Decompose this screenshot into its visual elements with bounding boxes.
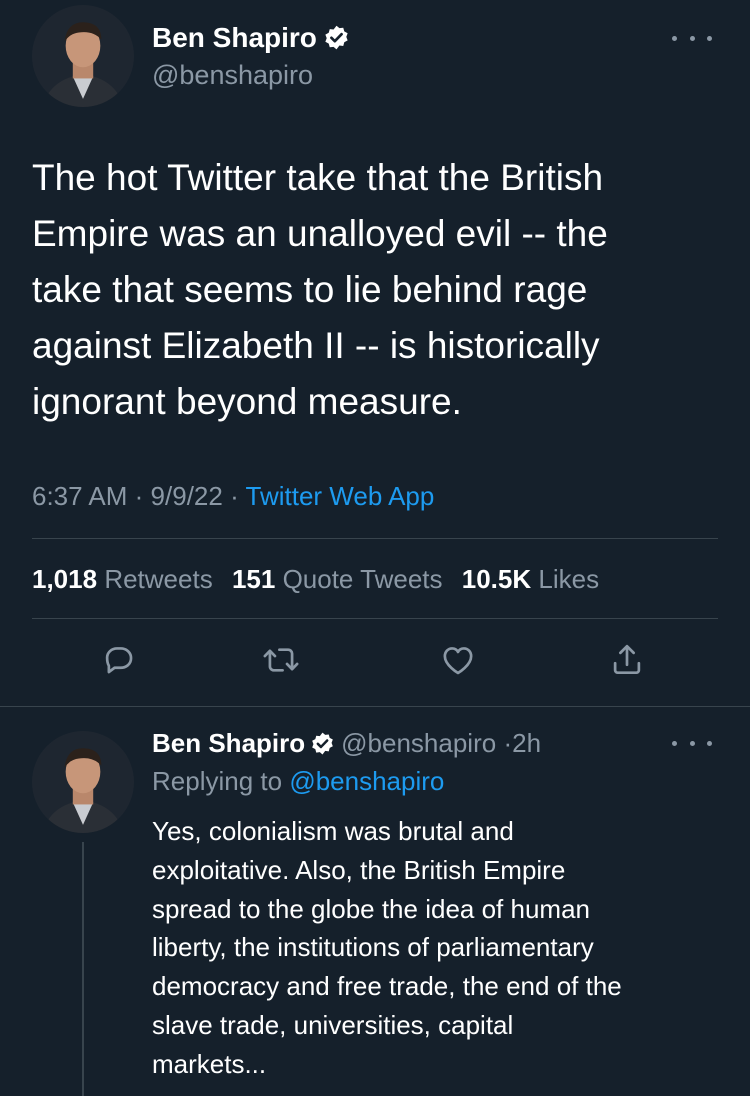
author-name[interactable]: Ben Shapiro (152, 22, 317, 53)
tweet-text: The hot Twitter take that the British Em… (32, 150, 732, 430)
tweet-meta: 6:37 AM · 9/9/22 · Twitter Web App (32, 481, 434, 512)
meta-separator: · (230, 481, 239, 511)
avatar-image (32, 5, 134, 107)
reply-text-line: Yes, colonialism was brutal and (152, 816, 514, 846)
reply-text-line: liberty, the institutions of parliamenta… (152, 932, 594, 963)
retweets-count: 1,018 (32, 564, 98, 594)
tweet-text-line: Empire was an unalloyed evil -- the (32, 213, 608, 254)
like-icon (443, 647, 473, 675)
tweet-date[interactable]: 9/9/22 (151, 481, 223, 511)
reply-text-line: markets... (152, 1048, 267, 1079)
reply-text-line: spread to the globe the idea of human (152, 893, 590, 924)
reply-author-handle[interactable]: @benshapiro (341, 728, 496, 758)
divider (32, 618, 718, 619)
reply-text-line: democracy and free trade, the end of the (152, 971, 622, 1002)
avatar[interactable] (32, 5, 134, 107)
tweet-stats: 1,018 Retweets 151 Quote Tweets 10.5K Li… (32, 564, 611, 595)
replying-mention-link[interactable]: @benshapiro (289, 766, 444, 796)
tweet-text-line: ignorant beyond measure. (32, 381, 462, 422)
retweets-label: Retweets (104, 564, 213, 594)
reply-text-line: exploitative. Also, the British Empire (152, 854, 566, 885)
reply-time[interactable]: 2h (512, 728, 541, 758)
divider (32, 538, 718, 539)
reply-text-line: slave trade, universities, capital (152, 1009, 514, 1040)
reply-button[interactable] (97, 638, 141, 682)
tweet-time[interactable]: 6:37 AM (32, 481, 127, 511)
tweet-text-line: against Elizabeth II -- is historically (32, 325, 600, 366)
meta-separator: · (134, 481, 144, 511)
thread-line (82, 842, 84, 1096)
reply-avatar[interactable] (32, 731, 134, 833)
quotes-count: 151 (231, 564, 276, 594)
quotes-label: Quote Tweets (282, 564, 443, 594)
reply-icon (105, 647, 133, 674)
author-name-row[interactable]: Ben Shapiro (152, 22, 350, 54)
like-button[interactable] (436, 638, 480, 682)
tweet-text-line: The hot Twitter take that the British (32, 157, 604, 198)
author-handle[interactable]: @benshapiro (152, 60, 313, 91)
tweet-text-line: take that seems to lie behind rage (32, 269, 588, 310)
reply-more-options-icon[interactable] (672, 733, 712, 753)
divider (0, 706, 750, 707)
retweets-stat[interactable]: 1,018 Retweets (32, 564, 213, 594)
verified-badge-icon (325, 25, 348, 50)
avatar-image (32, 731, 134, 833)
reply-separator: · (503, 728, 513, 758)
more-options-icon[interactable] (672, 28, 712, 48)
share-button[interactable] (605, 638, 649, 682)
quotes-stat[interactable]: 151 Quote Tweets (232, 564, 443, 594)
replying-to: Replying to @benshapiro (152, 766, 444, 797)
reply-text: Yes, colonialism was brutal and exploita… (152, 812, 732, 1084)
likes-count: 10.5K (461, 564, 532, 594)
reply-header: Ben Shapiro @benshapiro ·2h (152, 728, 541, 759)
verified-badge-icon (312, 732, 333, 755)
share-icon (613, 644, 641, 675)
reply-author-name[interactable]: Ben Shapiro (152, 728, 305, 758)
likes-label: Likes (538, 564, 600, 594)
likes-stat[interactable]: 10.5K Likes (462, 564, 599, 594)
replying-prefix: Replying to (152, 766, 283, 796)
source-app-link[interactable]: Twitter Web App (246, 481, 435, 511)
retweet-button[interactable] (259, 638, 303, 682)
retweet-icon (263, 648, 299, 672)
